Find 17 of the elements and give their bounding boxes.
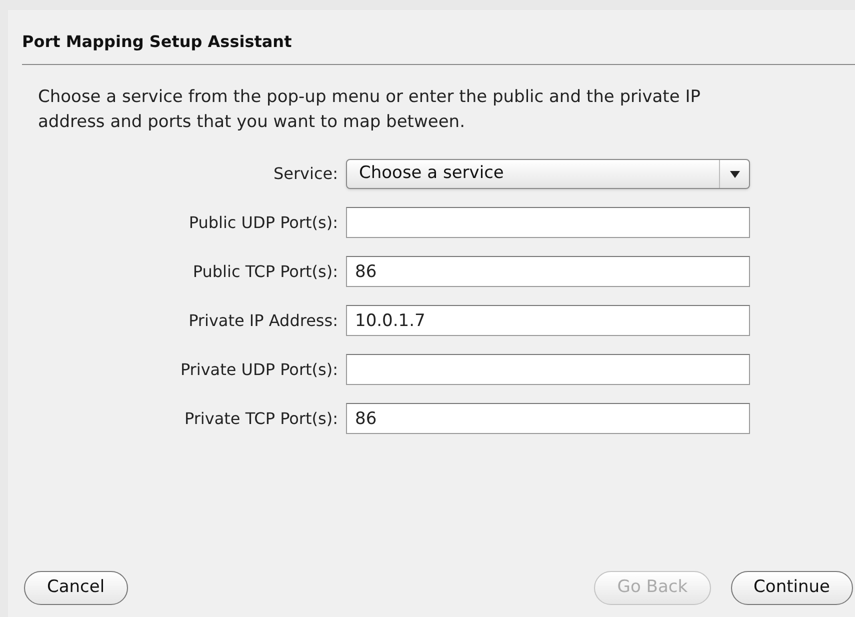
field-label: Public TCP Port(s): xyxy=(192,260,339,282)
field-label: Private IP Address: xyxy=(188,310,339,332)
input-field[interactable]: 86 xyxy=(346,256,750,287)
input-field[interactable] xyxy=(346,354,750,385)
dialog-title: Port Mapping Setup Assistant xyxy=(22,31,293,53)
dropdown-arrow-icon xyxy=(730,170,740,178)
dialog-button[interactable]: Cancel xyxy=(24,571,128,605)
input-field[interactable] xyxy=(346,207,750,238)
field-label: Service: xyxy=(272,163,339,185)
input-field[interactable]: 10.0.1.7 xyxy=(346,305,750,336)
service-popup[interactable]: Choose a service xyxy=(346,159,750,189)
field-label: Private UDP Port(s): xyxy=(179,358,339,380)
instructions-text: Choose a service from the pop-up menu or enter the public and the private IP address and ports that you want to map between. xyxy=(38,86,702,134)
field-label: Public UDP Port(s): xyxy=(188,212,339,234)
dialog-button[interactable]: Continue xyxy=(730,571,853,605)
field-label: Private TCP Port(s): xyxy=(183,408,339,430)
input-field[interactable]: 86 xyxy=(346,403,750,434)
